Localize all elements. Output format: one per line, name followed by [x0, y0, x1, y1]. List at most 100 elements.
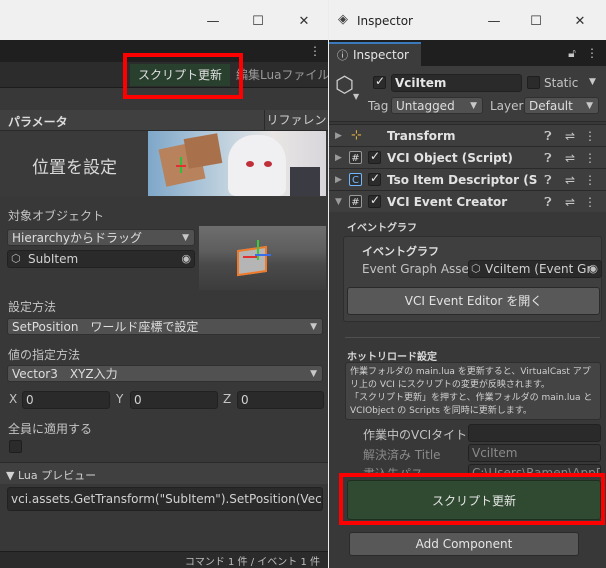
reference-tab[interactable]: リファレンス	[264, 110, 328, 148]
setting-method-dropdown[interactable]: SetPosition ワールド座標で設定 ▼	[7, 318, 323, 335]
preset-icon[interactable]: ⇌	[563, 172, 577, 188]
x-axis-label: X	[9, 392, 18, 406]
asset-icon: ⬡	[471, 262, 481, 275]
hot-reload-help-box: 作業フォルダの main.lua を更新すると、VirtualCast アプリ上…	[345, 362, 601, 420]
component-kebab-icon[interactable]: ⋮	[583, 150, 597, 166]
gameobject-icon-dropdown-icon[interactable]: ▼	[353, 92, 359, 101]
lua-preview-code[interactable]: vci.assets.GetTransform("SubItem").SetPo…	[7, 487, 323, 511]
component-enabled-checkbox[interactable]	[368, 171, 381, 186]
inspector-close-button[interactable]: ✕	[565, 12, 595, 32]
collapse-arrow-icon[interactable]: ▼	[335, 191, 342, 213]
inspector-minimize-button[interactable]: —	[479, 12, 509, 32]
apply-all-checkbox[interactable]	[9, 440, 22, 453]
csharp-icon: C	[349, 173, 362, 186]
component-kebab-icon[interactable]: ⋮	[583, 128, 597, 144]
close-icon: ✕	[298, 14, 310, 29]
tab-inspector-label: Inspector	[353, 48, 409, 62]
value-method-value: Vector3 XYZ入力	[12, 367, 118, 381]
resolved-title-field: VciItem	[468, 444, 601, 462]
inspector-tab-strip: ⓘ Inspector 🔓︎ ⋮	[329, 40, 606, 66]
maximize-icon: ☐	[252, 14, 264, 29]
static-label: Static	[544, 76, 579, 90]
chevron-down-icon: ▼	[586, 101, 593, 111]
script-icon: #	[349, 195, 362, 208]
component-name-vci-object: VCI Object (Script)	[387, 151, 513, 165]
component-name-tso-item-descriptor: Tso Item Descriptor (Script)	[387, 173, 537, 187]
unity-logo-icon: ◈	[338, 12, 348, 27]
layer-value: Default	[529, 99, 573, 113]
help-icon[interactable]: ❓︎	[541, 150, 555, 166]
z-input[interactable]: 0	[237, 391, 324, 409]
left-maximize-button[interactable]: ☐	[243, 12, 273, 32]
setting-method-value: SetPosition ワールド座標で設定	[12, 320, 199, 334]
component-enabled-checkbox[interactable]	[368, 193, 381, 208]
object-active-checkbox[interactable]	[373, 74, 386, 89]
layer-dropdown[interactable]: Default ▼	[524, 97, 599, 114]
vci-title-label: 作業中のVCIタイトル	[363, 428, 480, 442]
status-text: コマンド 1 件 / イベント 1 件	[184, 557, 320, 568]
static-dropdown-icon[interactable]: ▼	[589, 77, 596, 87]
preset-icon[interactable]: ⇌	[563, 128, 577, 144]
component-enabled-checkbox[interactable]	[368, 149, 381, 164]
object-picker-icon[interactable]: ◉	[181, 251, 191, 267]
preset-icon[interactable]: ⇌	[563, 194, 577, 210]
lua-preview-header[interactable]: ▼ Lua プレビュー	[0, 462, 328, 484]
x-input[interactable]: 0	[22, 391, 110, 409]
lock-icon[interactable]: 🔓︎	[565, 45, 579, 61]
vci-title-input[interactable]	[468, 424, 601, 442]
vci-event-editor-button[interactable]: VCI Event Editor を開く	[347, 287, 600, 315]
inspector-kebab-menu-icon[interactable]: ⋮	[585, 45, 599, 61]
left-close-button[interactable]: ✕	[289, 12, 319, 32]
target-object-value: SubItem	[28, 252, 79, 266]
object-3d-preview	[199, 226, 326, 290]
object-picker-icon[interactable]: ◉	[588, 261, 598, 277]
object-name-field[interactable]: VciItem	[391, 74, 522, 92]
component-kebab-icon[interactable]: ⋮	[583, 194, 597, 210]
close-icon: ✕	[574, 14, 586, 29]
setting-method-label: 設定方法	[8, 300, 57, 314]
y-axis-label: Y	[116, 392, 124, 406]
resolved-title-label: 解決済み Title	[363, 448, 441, 462]
component-vci-event-creator[interactable]: ▼ # VCI Event Creator ❓︎ ⇌ ⋮	[329, 190, 606, 212]
chevron-down-icon: ▼	[310, 322, 317, 332]
target-object-field[interactable]: ⬡ SubItem ◉	[7, 250, 195, 268]
target-object-label: 対象オブジェクト	[8, 209, 105, 223]
tag-dropdown[interactable]: Untagged ▼	[391, 97, 483, 114]
expand-arrow-icon[interactable]: ▶	[335, 169, 342, 191]
info-icon: ⓘ	[337, 49, 348, 62]
component-kebab-icon[interactable]: ⋮	[583, 172, 597, 188]
event-graph-asset-field[interactable]: ⬡ VciItem (Event Gr ◉	[468, 260, 602, 278]
inspector-maximize-button[interactable]: ☐	[521, 12, 551, 32]
add-component-button[interactable]: Add Component	[349, 532, 579, 556]
params-title: パラメータ	[8, 115, 68, 129]
event-graph-sub-header: イベントグラフ	[362, 245, 439, 258]
left-kebab-menu-icon[interactable]: ⋮	[308, 43, 322, 59]
expand-arrow-icon[interactable]: ▶	[335, 125, 342, 147]
preset-icon[interactable]: ⇌	[563, 150, 577, 166]
help-icon[interactable]: ❓︎	[541, 194, 555, 210]
component-transform[interactable]: ▶ ⊹ Transform ❓︎ ⇌ ⋮	[329, 124, 606, 146]
transform-icon: ⊹	[351, 128, 362, 143]
hot-reload-title: ホットリロード設定	[347, 352, 437, 363]
help-icon[interactable]: ❓︎	[541, 172, 555, 188]
tag-label: Tag	[368, 99, 389, 113]
static-checkbox[interactable]	[527, 76, 540, 89]
edit-lua-tab[interactable]: 編集Luaファイル	[236, 64, 328, 86]
apply-all-label: 全員に適用する	[8, 422, 93, 436]
component-tso-item-descriptor[interactable]: ▶ C Tso Item Descriptor (Script) ❓︎ ⇌ ⋮	[329, 168, 606, 190]
expand-arrow-icon[interactable]: ▶	[335, 147, 342, 169]
tab-inspector[interactable]: ⓘ Inspector	[329, 42, 421, 66]
hierarchy-dropdown-label: Hierarchyからドラッグ	[12, 231, 143, 245]
minimize-icon: —	[206, 14, 220, 29]
maximize-icon: ☐	[530, 14, 542, 29]
left-minimize-button[interactable]: —	[198, 12, 228, 32]
hierarchy-dropdown[interactable]: Hierarchyからドラッグ ▼	[7, 229, 195, 246]
minimize-icon: —	[487, 14, 501, 29]
help-icon[interactable]: ❓︎	[541, 128, 555, 144]
lua-preview-title: ▼ Lua プレビュー	[6, 469, 97, 482]
component-vci-object[interactable]: ▶ # VCI Object (Script) ❓︎ ⇌ ⋮	[329, 146, 606, 168]
value-method-dropdown[interactable]: Vector3 XYZ入力 ▼	[7, 365, 323, 382]
y-input[interactable]: 0	[130, 391, 218, 409]
highlight-box-bottom	[339, 473, 605, 525]
divider	[345, 337, 600, 338]
